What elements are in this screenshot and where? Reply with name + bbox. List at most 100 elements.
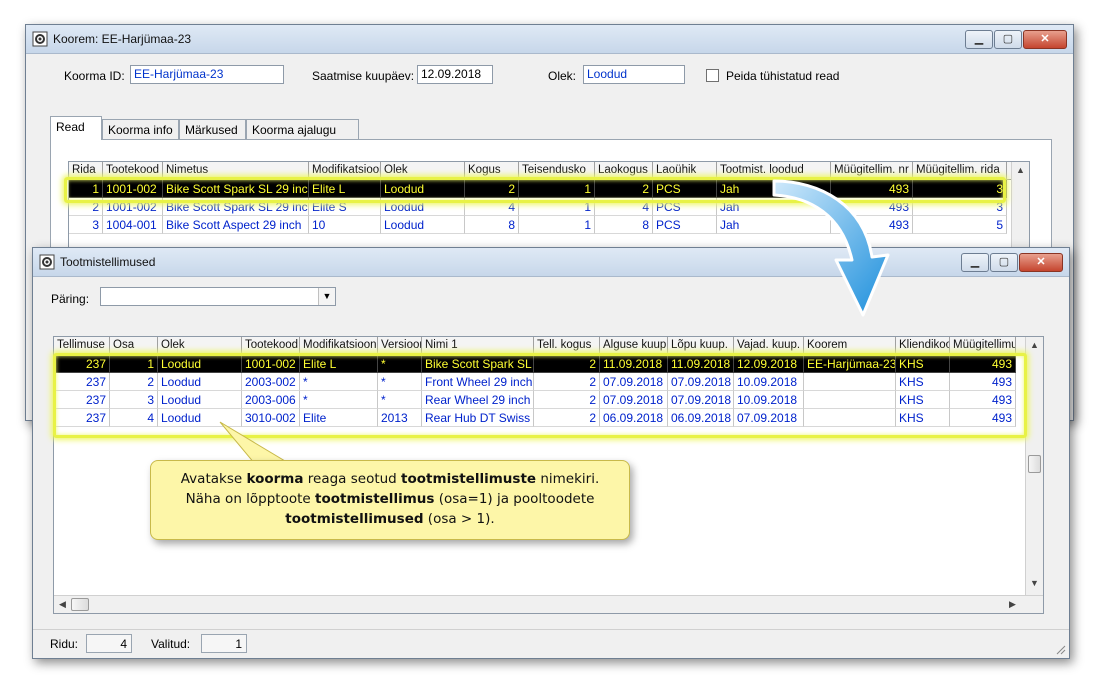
peida-tuhistatud-checkbox[interactable] (706, 69, 719, 82)
table-row[interactable]: 237 3 Loodud 2003-006 * * Rear Wheel 29 inch 2 0… (54, 391, 1016, 409)
table-cell[interactable]: Loodud (381, 180, 465, 198)
hscroll-thumb[interactable] (71, 598, 89, 611)
table-cell[interactable]: Rear Wheel 29 inch (422, 391, 534, 409)
table-cell[interactable] (804, 391, 896, 409)
chevron-down-icon[interactable]: ▼ (318, 288, 335, 305)
table-cell[interactable]: 1001-002 (242, 355, 300, 373)
tab-markused[interactable]: Märkused (179, 119, 246, 139)
table-cell[interactable]: 1 (519, 198, 595, 216)
minimize-button[interactable]: ▁ (965, 30, 993, 49)
table-row[interactable]: 237 2 Loodud 2003-002 * * Front Wheel 29 inch 2… (54, 373, 1016, 391)
table-cell[interactable]: 2 (69, 198, 103, 216)
table-cell[interactable]: Bike Scott Spark SL (422, 355, 534, 373)
table-cell[interactable]: PCS (653, 180, 717, 198)
table-cell[interactable]: 4 (465, 198, 519, 216)
tab-read[interactable]: Read (50, 116, 102, 140)
column-header[interactable]: Modifikatsioon (300, 337, 378, 354)
table-cell[interactable]: Loodud (381, 216, 465, 234)
table-cell[interactable]: 1 (110, 355, 158, 373)
column-header[interactable]: Olek (381, 162, 465, 179)
column-header[interactable]: Laoühik (653, 162, 717, 179)
table-cell[interactable]: 1 (519, 216, 595, 234)
table-cell[interactable]: PCS (653, 216, 717, 234)
saatmise-kuupaev-field[interactable]: 12.09.2018 (417, 65, 493, 84)
table-cell[interactable]: 07.09.2018 (668, 391, 734, 409)
table-cell[interactable]: 11.09.2018 (668, 355, 734, 373)
table-cell[interactable]: 5 (913, 216, 1007, 234)
table-cell[interactable]: 1 (69, 180, 103, 198)
column-header[interactable]: Nimi 1 (422, 337, 534, 354)
vscroll-thumb[interactable] (1028, 455, 1041, 473)
tab-koorma-info[interactable]: Koorma info (102, 119, 179, 139)
column-header[interactable]: Tell. kogus (534, 337, 600, 354)
table-cell[interactable]: Front Wheel 29 inch (422, 373, 534, 391)
column-header[interactable]: Lõpu kuup. (668, 337, 734, 354)
tootmine-grid-vscrollbar[interactable]: ▲ ▼ (1025, 337, 1043, 596)
table-cell[interactable]: 06.09.2018 (668, 409, 734, 427)
table-cell[interactable]: 07.09.2018 (734, 409, 804, 427)
table-cell[interactable]: 10 (309, 216, 381, 234)
table-cell[interactable]: Loodud (158, 373, 242, 391)
table-cell[interactable]: 237 (54, 391, 110, 409)
column-header[interactable]: Alguse kuup (600, 337, 668, 354)
table-cell[interactable]: 2 (110, 373, 158, 391)
table-cell[interactable]: * (378, 355, 422, 373)
table-cell[interactable]: 2 (534, 409, 600, 427)
table-cell[interactable]: PCS (653, 198, 717, 216)
table-cell[interactable]: 07.09.2018 (600, 373, 668, 391)
tootmistellimused-titlebar[interactable]: Tootmistellimused ▁ ▢ ✕ (33, 248, 1069, 277)
column-header[interactable]: Olek (158, 337, 242, 354)
column-header[interactable]: Tellimuse (54, 337, 110, 354)
scroll-up-icon[interactable]: ▲ (1026, 340, 1043, 350)
column-header[interactable]: Koorem (804, 337, 896, 354)
table-cell[interactable]: 1004-001 (103, 216, 163, 234)
table-cell[interactable]: 1001-002 (103, 198, 163, 216)
table-cell[interactable]: 493 (950, 409, 1016, 427)
table-cell[interactable]: 10.09.2018 (734, 373, 804, 391)
table-cell[interactable]: Rear Hub DT Swiss X (422, 409, 534, 427)
table-cell[interactable]: Elite L (309, 180, 381, 198)
scroll-left-icon[interactable]: ◀ (54, 599, 71, 610)
paring-dropdown[interactable] (100, 287, 336, 306)
close-button[interactable]: ✕ (1023, 30, 1067, 49)
table-cell[interactable]: Loodud (158, 391, 242, 409)
table-row[interactable]: 237 1 Loodud 1001-002 Elite L * Bike Scott Spa… (54, 355, 1016, 373)
resize-grip-icon[interactable] (1054, 643, 1066, 655)
table-cell[interactable]: 2 (534, 373, 600, 391)
column-header[interactable]: Laokogus (595, 162, 653, 179)
column-header[interactable]: Kliendikood (896, 337, 950, 354)
table-cell[interactable]: KHS (896, 409, 950, 427)
column-header[interactable]: Modifikatsioon (309, 162, 381, 179)
table-cell[interactable]: 2003-002 (242, 373, 300, 391)
table-cell[interactable]: 2 (534, 355, 600, 373)
table-cell[interactable]: 237 (54, 409, 110, 427)
table-cell[interactable]: 2 (465, 180, 519, 198)
column-header[interactable]: Versioon (378, 337, 422, 354)
column-header[interactable]: Tootekood (242, 337, 300, 354)
table-cell[interactable]: * (378, 373, 422, 391)
table-cell[interactable]: 493 (950, 373, 1016, 391)
table-cell[interactable]: 2 (595, 180, 653, 198)
table-cell[interactable]: 8 (595, 216, 653, 234)
maximize-button[interactable]: ▢ (990, 253, 1018, 272)
table-cell[interactable]: 237 (54, 373, 110, 391)
column-header[interactable]: Tootekood (103, 162, 163, 179)
table-cell[interactable]: KHS (896, 355, 950, 373)
olek-field[interactable]: Loodud (583, 65, 685, 84)
table-cell[interactable]: 3 (69, 216, 103, 234)
tootmine-grid-hscrollbar[interactable]: ◀ ▶ (54, 595, 1043, 613)
table-cell[interactable]: Elite (300, 409, 378, 427)
table-cell[interactable]: Bike Scott Spark SL 29 inch (163, 180, 309, 198)
table-cell[interactable]: 06.09.2018 (600, 409, 668, 427)
table-cell[interactable]: 1 (519, 180, 595, 198)
table-cell[interactable]: KHS (896, 373, 950, 391)
table-cell[interactable]: Loodud (381, 198, 465, 216)
koorma-id-field[interactable]: EE-Harjümaa-23 (130, 65, 284, 84)
table-cell[interactable]: 10.09.2018 (734, 391, 804, 409)
table-cell[interactable]: 3 (110, 391, 158, 409)
column-header[interactable]: Kogus (465, 162, 519, 179)
table-cell[interactable]: 1001-002 (103, 180, 163, 198)
column-header[interactable]: Nimetus (163, 162, 309, 179)
table-cell[interactable]: 4 (595, 198, 653, 216)
table-cell[interactable]: 12.09.2018 (734, 355, 804, 373)
